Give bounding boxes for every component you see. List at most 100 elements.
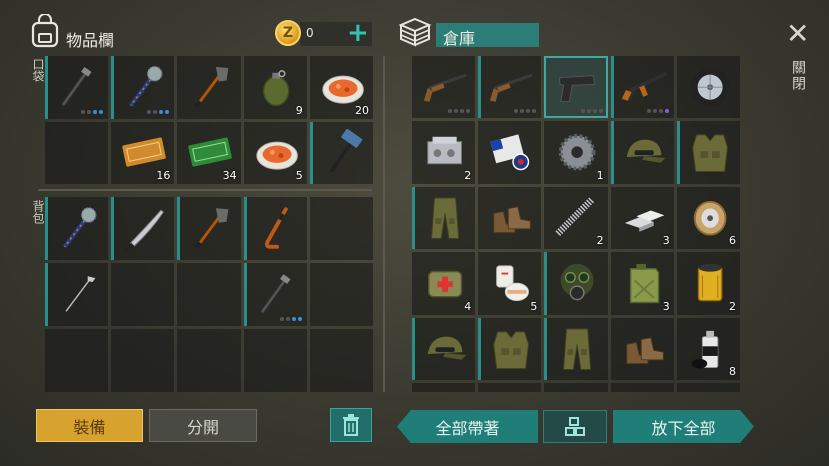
item-quantity: 5 bbox=[295, 169, 303, 182]
backpack-grid bbox=[45, 197, 373, 392]
storage-slot-military-vest[interactable] bbox=[478, 317, 542, 380]
durability-dots bbox=[448, 109, 471, 114]
close-button[interactable]: ✕ bbox=[786, 20, 809, 48]
storage-slot-spring[interactable]: 2 bbox=[544, 186, 608, 250]
storage-slot-wheel[interactable] bbox=[676, 56, 740, 119]
bandage-icon bbox=[496, 265, 530, 302]
section-divider bbox=[38, 189, 372, 191]
item-quantity: 5 bbox=[530, 299, 538, 313]
storage-slot-oil-filter[interactable]: 2 bbox=[676, 252, 740, 315]
storage-slot-gas-mask[interactable] bbox=[544, 252, 608, 315]
item-quantity: 9 bbox=[295, 103, 303, 117]
spiked-mace-icon bbox=[62, 207, 97, 249]
grid-sort-icon bbox=[565, 416, 585, 436]
hockey-stick-icon bbox=[264, 207, 288, 249]
pocket-slot-coupon-orange[interactable]: 16 bbox=[111, 121, 175, 184]
storage-slot-partial[interactable] bbox=[676, 383, 740, 392]
take-all-button[interactable]: 全部帶著 bbox=[397, 410, 538, 443]
durability-dots bbox=[514, 109, 537, 114]
boots-icon bbox=[625, 336, 664, 364]
military-pants-icon bbox=[431, 197, 460, 239]
storage-slot-engine-block[interactable]: 2 bbox=[412, 121, 476, 184]
storage-slot-boots[interactable] bbox=[610, 317, 674, 380]
pocket-slot-food-plate[interactable]: 5 bbox=[243, 121, 307, 184]
backpack-slot-shovel[interactable] bbox=[177, 197, 241, 260]
backpack-slot-empty[interactable] bbox=[177, 329, 241, 392]
durability-dots bbox=[580, 109, 603, 114]
storage-slot-military-pants[interactable] bbox=[544, 317, 608, 380]
backpack-slot-empty[interactable] bbox=[243, 329, 307, 392]
backpack-slot-empty[interactable] bbox=[177, 263, 241, 326]
shovel-icon bbox=[194, 208, 229, 250]
durability-dots bbox=[279, 317, 302, 321]
food-plate-icon bbox=[255, 141, 298, 170]
close-label[interactable]: 關閉 bbox=[788, 60, 808, 92]
item-quantity: 20 bbox=[355, 103, 369, 117]
split-button[interactable]: 分開 bbox=[149, 409, 257, 442]
backpack-slot-empty[interactable] bbox=[309, 329, 373, 392]
storage-slot-pistol[interactable] bbox=[544, 56, 608, 119]
backpack-slot-empty[interactable] bbox=[111, 263, 175, 326]
storage-slot-military-cap[interactable] bbox=[610, 121, 674, 184]
storage-slot-assault-rifle[interactable] bbox=[610, 56, 674, 119]
storage-slot-flag-badge[interactable] bbox=[478, 121, 542, 184]
pocket-slot-grenade[interactable]: 9 bbox=[243, 56, 307, 119]
storage-slot-shotgun[interactable] bbox=[478, 56, 542, 119]
equip-button[interactable]: 裝備 bbox=[36, 409, 143, 442]
backpack-slot-empty[interactable] bbox=[309, 197, 373, 260]
military-pants-icon bbox=[563, 328, 592, 370]
storage-slot-jerrycan[interactable]: 3 bbox=[610, 252, 674, 315]
pocket-slot-food-plate[interactable]: 20 bbox=[309, 56, 373, 119]
wire-spool-icon bbox=[693, 200, 727, 236]
pocket-slot-sledgehammer[interactable] bbox=[309, 121, 373, 184]
pistol-icon bbox=[559, 75, 596, 103]
backpack-slot-empty[interactable] bbox=[45, 329, 109, 392]
durability-dots bbox=[147, 109, 170, 114]
pocket-slot-coupon-green[interactable]: 34 bbox=[177, 121, 241, 184]
engine-block-icon bbox=[427, 137, 462, 165]
storage-slot-shotgun[interactable] bbox=[412, 56, 476, 119]
storage-slot-medkit-bag[interactable]: 4 bbox=[412, 252, 476, 315]
backpack-slot-empty[interactable] bbox=[111, 329, 175, 392]
backpack-slot-hockey-stick[interactable] bbox=[243, 197, 307, 260]
storage-grid: 2 1 2 3 6 4 5 3 2 8 bbox=[412, 56, 740, 380]
pocket-slot-spiked-mace[interactable] bbox=[111, 56, 175, 119]
machete-icon bbox=[124, 209, 165, 252]
storage-slot-spray-can[interactable]: 8 bbox=[676, 317, 740, 380]
storage-slot-metal-bars[interactable]: 3 bbox=[610, 186, 674, 250]
item-quantity: 2 bbox=[596, 234, 604, 248]
storage-slot-military-cap[interactable] bbox=[412, 317, 476, 380]
grenade-icon bbox=[262, 70, 289, 107]
backpack-slot-empty[interactable] bbox=[309, 263, 373, 326]
backpack-slot-spiked-mace[interactable] bbox=[45, 197, 109, 260]
item-quantity: 8 bbox=[729, 365, 736, 378]
sort-button[interactable] bbox=[543, 410, 607, 443]
backpack-slot-machete[interactable] bbox=[111, 197, 175, 260]
trash-button[interactable] bbox=[330, 408, 372, 442]
pocket-slot-shovel[interactable] bbox=[177, 56, 241, 119]
item-quantity: 16 bbox=[156, 169, 171, 182]
pocket-slot-tonfa[interactable] bbox=[45, 56, 109, 119]
oil-filter-icon bbox=[697, 264, 723, 302]
backpack-slot-golf-club[interactable] bbox=[45, 263, 109, 326]
backpack-slot-tonfa[interactable] bbox=[243, 263, 307, 326]
storage-slot-military-pants[interactable] bbox=[412, 186, 476, 250]
storage-slot-wire-spool[interactable]: 6 bbox=[676, 186, 740, 250]
drop-all-button[interactable]: 放下全部 bbox=[613, 410, 754, 443]
storage-slot-gear[interactable]: 1 bbox=[544, 121, 608, 184]
military-vest-icon bbox=[692, 134, 728, 173]
storage-slot-partial[interactable] bbox=[610, 383, 674, 392]
storage-slot-partial[interactable] bbox=[478, 383, 542, 392]
item-quantity: 1 bbox=[596, 168, 604, 182]
military-cap-icon bbox=[626, 140, 665, 164]
storage-slot-bandage[interactable]: 5 bbox=[478, 252, 542, 315]
metal-bars-icon bbox=[624, 210, 664, 232]
tonfa-icon bbox=[259, 274, 291, 314]
sledgehammer-icon bbox=[329, 128, 362, 173]
pocket-slot-empty[interactable] bbox=[45, 121, 109, 184]
storage-slot-military-vest[interactable] bbox=[676, 121, 740, 184]
storage-slot-boots[interactable] bbox=[478, 186, 542, 250]
storage-slot-partial[interactable] bbox=[412, 383, 476, 392]
storage-slot-partial[interactable] bbox=[544, 383, 608, 392]
add-coins-button[interactable]: + bbox=[347, 18, 369, 48]
